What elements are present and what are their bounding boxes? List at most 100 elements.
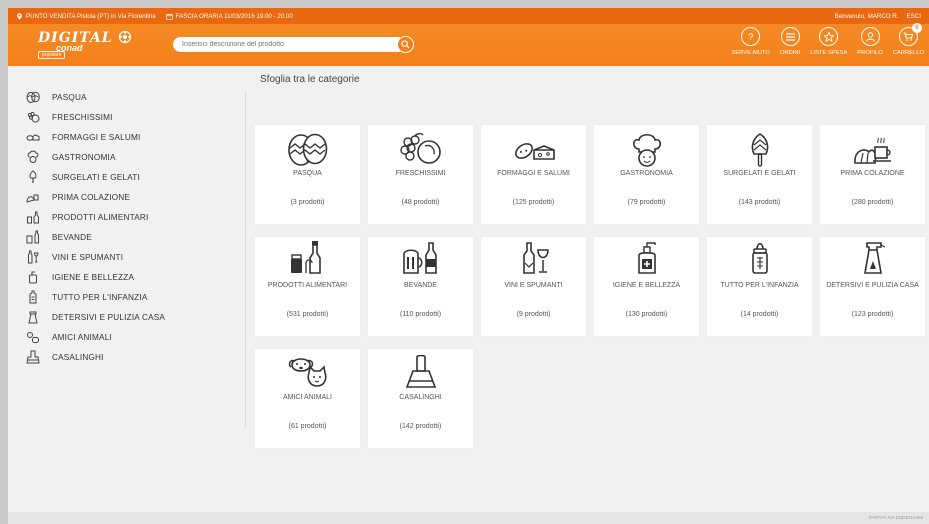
- sidebar-item-prodotti-alimentari[interactable]: PRODOTTI ALIMENTARI: [26, 208, 148, 226]
- category-card-pasqua[interactable]: PASQUA (3 prodotti): [255, 125, 360, 224]
- sidebar-item-igiene-e-bellezza[interactable]: IGIENE E BELLEZZA: [26, 268, 134, 286]
- category-name: GASTRONOMIA: [620, 170, 673, 177]
- sidebar-item-label: FORMAGGI E SALUMI: [52, 132, 141, 142]
- store-label: PUNTO VENDITA Pistoia (PT) in Via Fioren…: [26, 12, 156, 20]
- search-icon: [401, 40, 410, 49]
- sidebar-item-pasqua[interactable]: PASQUA: [26, 88, 87, 106]
- app-window: PUNTO VENDITA Pistoia (PT) in Via Fioren…: [8, 8, 929, 524]
- profile-label: PROFILO: [857, 50, 883, 56]
- logo-line3: popolare: [38, 51, 66, 59]
- category-count: (79 prodotti): [627, 199, 666, 206]
- cart-icon: 0: [898, 23, 922, 46]
- question-icon: ?: [741, 27, 761, 46]
- spray-bottle-icon: [863, 242, 885, 274]
- dustpan-icon: [26, 350, 40, 364]
- digital-conad-logo[interactable]: DIGITAL conad popolare: [38, 30, 138, 59]
- category-card-formaggi-e-salumi[interactable]: FORMAGGI E SALUMI (125 prodotti): [481, 125, 586, 224]
- cart-button[interactable]: 0 CARRELLO: [888, 23, 929, 56]
- category-card-prodotti-alimentari[interactable]: PRODOTTI ALIMENTARI (531 prodotti): [255, 237, 360, 336]
- sidebar-item-label: PASQUA: [52, 92, 87, 102]
- orders-label: ORDINI: [779, 50, 801, 56]
- category-count: (125 prodotti): [512, 199, 555, 206]
- category-count: (48 prodotti): [401, 199, 440, 206]
- category-card-tutto-per-linfanzia[interactable]: TUTTO PER L'INFANZIA (14 prodotti): [707, 237, 812, 336]
- cart-badge: 0: [911, 23, 922, 33]
- category-card-casalinghi[interactable]: CASALINGHI (142 prodotti): [368, 349, 473, 448]
- baby-bottle-icon: [751, 242, 768, 274]
- category-sidebar: PASQUA FRESCHISSIMI FORMAGGI E SALUMI GA…: [8, 66, 245, 426]
- sidebar-item-freschissimi[interactable]: FRESCHISSIMI: [26, 108, 113, 126]
- sidebar-item-bevande[interactable]: BEVANDE: [26, 228, 92, 246]
- sidebar-item-gastronomia[interactable]: GASTRONOMIA: [26, 148, 116, 166]
- sidebar-item-label: BEVANDE: [52, 232, 92, 242]
- category-count: (14 prodotti): [740, 311, 779, 318]
- sidebar-item-prima-colazione[interactable]: PRIMA COLAZIONE: [26, 188, 130, 206]
- category-count: (3 prodotti): [290, 199, 325, 206]
- cheese-salami-icon: [514, 143, 555, 160]
- category-card-surgelati-e-gelati[interactable]: SURGELATI E GELATI (143 prodotti): [707, 125, 812, 224]
- time-slot-label: FASCIA ORARIA 11/03/2016 19.00 - 20.00: [175, 12, 293, 20]
- category-count: (110 prodotti): [399, 311, 442, 318]
- chef-icon: [27, 150, 39, 163]
- main-header: DIGITAL conad popolare ? SERVE AIUTO: [8, 23, 929, 66]
- user-icon: [860, 27, 880, 46]
- sidebar-item-label: CASALINGHI: [52, 352, 104, 362]
- ice-cream-icon: [751, 133, 768, 167]
- search-input[interactable]: [173, 37, 400, 52]
- sidebar-item-label: FRESCHISSIMI: [52, 112, 113, 122]
- category-card-detersivi-e-pulizia-casa[interactable]: DETERSIVI E PULIZIA CASA (123 prodotti): [820, 237, 925, 336]
- sidebar-item-vini-e-spumanti[interactable]: VINI E SPUMANTI: [26, 248, 123, 266]
- spray-bottle-icon: [28, 311, 38, 324]
- category-name: TUTTO PER L'INFANZIA: [720, 282, 799, 289]
- grocery-icon: [290, 241, 321, 274]
- logo-flower-icon: [118, 30, 132, 44]
- category-card-gastronomia[interactable]: GASTRONOMIA (79 prodotti): [594, 125, 699, 224]
- category-card-prima-colazione[interactable]: PRIMA COLAZIONE (280 prodotti): [820, 125, 925, 224]
- calendar-icon: [165, 13, 173, 20]
- category-count: (531 prodotti): [286, 311, 329, 318]
- category-name: FRESCHISSIMI: [395, 170, 446, 177]
- breakfast-icon: [26, 194, 39, 203]
- category-name: PASQUA: [293, 170, 322, 177]
- sidebar-item-detersivi-e-pulizia-casa[interactable]: DETERSIVI E PULIZIA CASA: [26, 308, 165, 326]
- chef-icon: [632, 133, 661, 167]
- category-card-amici-animali[interactable]: AMICI ANIMALI (61 prodotti): [255, 349, 360, 448]
- sidebar-item-amici-animali[interactable]: AMICI ANIMALI: [26, 328, 112, 346]
- beverage-icon: [26, 230, 39, 244]
- logout-link[interactable]: ESCI: [907, 13, 921, 20]
- sidebar-item-formaggi-e-salumi[interactable]: FORMAGGI E SALUMI: [26, 128, 140, 146]
- profile-button[interactable]: PROFILO: [852, 27, 887, 56]
- category-count: (280 prodotti): [851, 199, 894, 206]
- shopping-lists-button[interactable]: LISTE SPESA: [805, 27, 852, 56]
- fresh-food-icon: [27, 111, 40, 123]
- sidebar-item-surgelati-e-gelati[interactable]: SURGELATI E GELATI: [26, 168, 140, 186]
- wine-icon: [522, 242, 549, 274]
- beverage-icon: [402, 242, 437, 274]
- sidebar-item-tutto-per-linfanzia[interactable]: TUTTO PER L'INFANZIA: [26, 288, 148, 306]
- help-button[interactable]: ? SERVE AIUTO: [726, 27, 774, 56]
- time-slot-info[interactable]: FASCIA ORARIA 11/03/2016 19.00 - 20.00: [165, 12, 293, 20]
- search-button[interactable]: [397, 36, 414, 53]
- category-name: VINI E SPUMANTI: [504, 282, 563, 289]
- fresh-food-icon: [399, 133, 441, 164]
- category-card-igiene-e-bellezza[interactable]: IGIENE E BELLEZZA (130 prodotti): [594, 237, 699, 336]
- orders-button[interactable]: ORDINI: [775, 27, 805, 56]
- cheese-salami-icon: [26, 134, 40, 141]
- sidebar-item-label: SURGELATI E GELATI: [52, 172, 140, 182]
- welcome-text: Benvenuto, MARCO R.: [834, 12, 899, 20]
- sidebar-item-casalinghi[interactable]: CASALINGHI: [26, 348, 104, 366]
- cart-label: CARRELLO: [892, 50, 924, 56]
- category-name: PRIMA COLAZIONE: [840, 170, 905, 177]
- category-name: CASALINGHI: [399, 394, 442, 401]
- category-name: PRODOTTI ALIMENTARI: [267, 282, 348, 289]
- store-info[interactable]: PUNTO VENDITA Pistoia (PT) in Via Fioren…: [16, 13, 156, 20]
- category-count: (142 prodotti): [399, 423, 442, 430]
- category-card-bevande[interactable]: BEVANDE (110 prodotti): [368, 237, 473, 336]
- category-card-freschissimi[interactable]: FRESCHISSIMI (48 prodotti): [368, 125, 473, 224]
- soap-dispenser-icon: [637, 242, 656, 274]
- category-count: (9 prodotti): [516, 311, 551, 318]
- category-name: BEVANDE: [404, 282, 437, 289]
- category-name: AMICI ANIMALI: [282, 394, 332, 401]
- category-card-vini-e-spumanti[interactable]: VINI E SPUMANTI (9 prodotti): [481, 237, 586, 336]
- sidebar-item-label: PRODOTTI ALIMENTARI: [52, 212, 149, 222]
